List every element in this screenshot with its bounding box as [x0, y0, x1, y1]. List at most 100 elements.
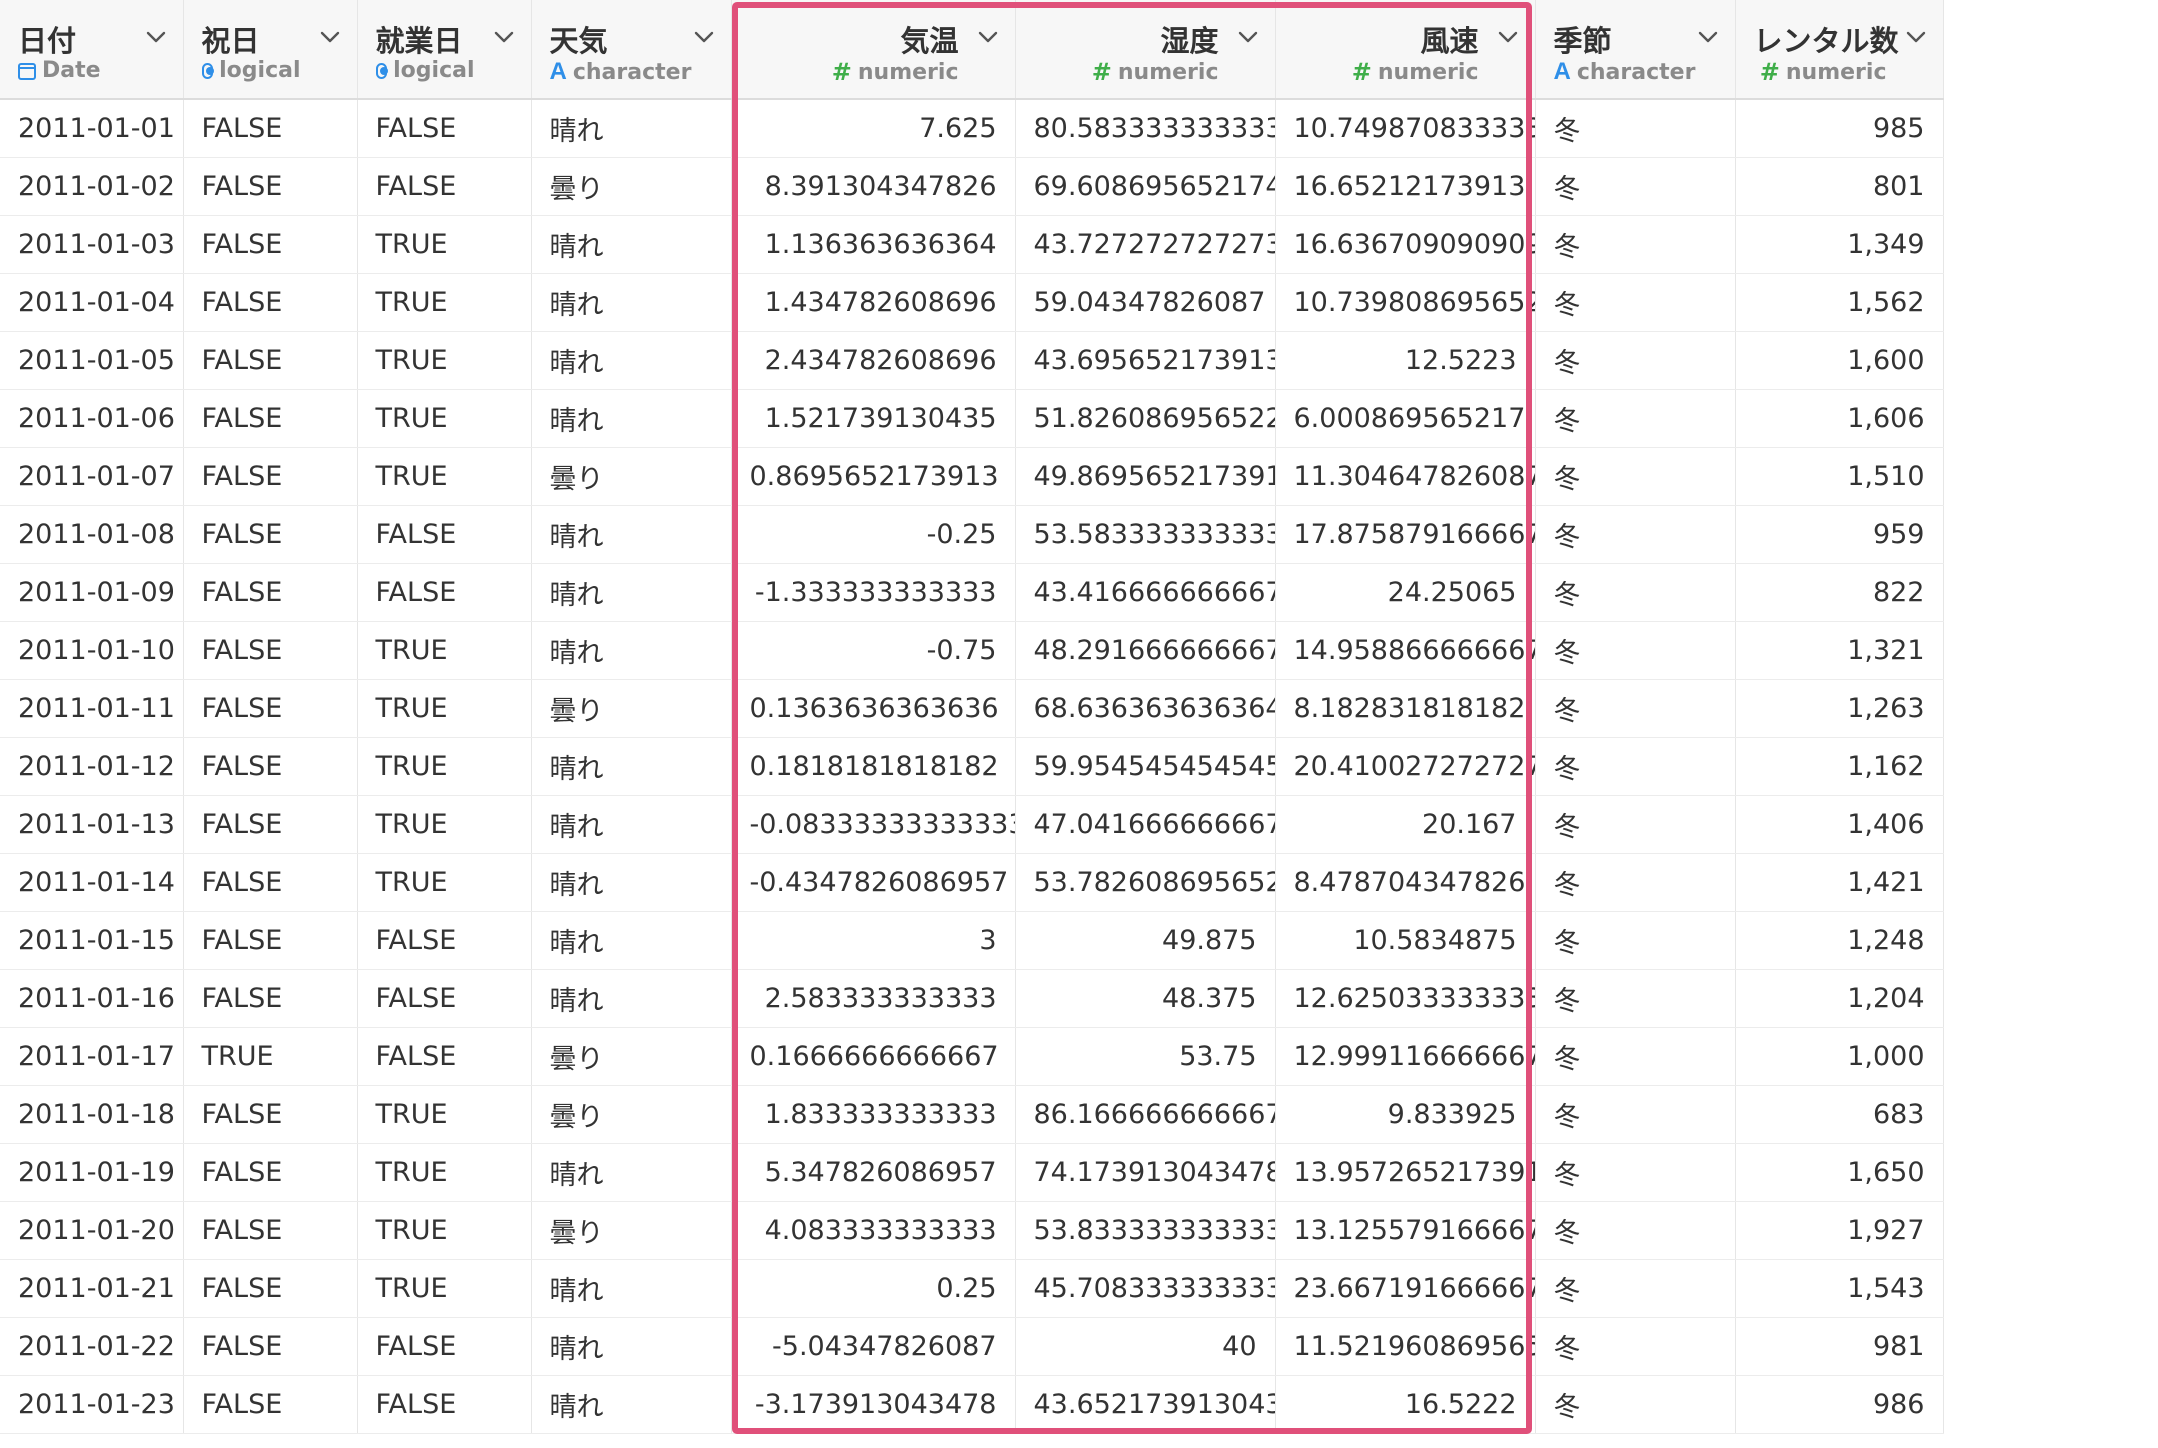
- table-cell[interactable]: 冬: [1535, 215, 1736, 274]
- table-cell[interactable]: TRUE: [357, 1201, 532, 1260]
- table-cell[interactable]: FALSE: [183, 215, 358, 274]
- table-cell[interactable]: 2011-01-11: [0, 679, 184, 738]
- table-cell[interactable]: 1,510: [1735, 447, 1944, 506]
- table-cell[interactable]: 曇り: [531, 679, 732, 738]
- table-cell[interactable]: 1,263: [1735, 679, 1944, 738]
- table-cell[interactable]: 冬: [1535, 621, 1736, 680]
- table-cell[interactable]: 59.954545454545: [1015, 737, 1276, 796]
- table-cell[interactable]: TRUE: [357, 273, 532, 332]
- table-cell[interactable]: 晴れ: [531, 563, 732, 622]
- table-cell[interactable]: 2011-01-16: [0, 969, 184, 1028]
- table-cell[interactable]: FALSE: [357, 1027, 532, 1086]
- table-cell[interactable]: TRUE: [357, 331, 532, 390]
- table-cell[interactable]: 2011-01-09: [0, 563, 184, 622]
- table-cell[interactable]: FALSE: [183, 1375, 358, 1434]
- table-cell[interactable]: 2011-01-08: [0, 505, 184, 564]
- table-cell[interactable]: 晴れ: [531, 969, 732, 1028]
- table-cell[interactable]: FALSE: [183, 911, 358, 970]
- column-header-2[interactable]: 就業日 logical: [357, 0, 532, 100]
- table-cell[interactable]: 2.583333333333: [731, 969, 1016, 1028]
- table-cell[interactable]: 822: [1735, 563, 1944, 622]
- table-cell[interactable]: 2.434782608696: [731, 331, 1016, 390]
- table-cell[interactable]: 43.652173913043: [1015, 1375, 1276, 1434]
- table-cell[interactable]: 冬: [1535, 795, 1736, 854]
- table-cell[interactable]: 10.5834875: [1275, 911, 1536, 970]
- table-cell[interactable]: FALSE: [357, 911, 532, 970]
- table-cell[interactable]: 53.75: [1015, 1027, 1276, 1086]
- table-cell[interactable]: 冬: [1535, 1027, 1736, 1086]
- table-cell[interactable]: 14.958866666667: [1275, 621, 1536, 680]
- table-cell[interactable]: 49.869565217391: [1015, 447, 1276, 506]
- table-cell[interactable]: 10.749870833333: [1275, 99, 1536, 158]
- table-cell[interactable]: 12.5223: [1275, 331, 1536, 390]
- table-cell[interactable]: 3: [731, 911, 1016, 970]
- table-cell[interactable]: TRUE: [357, 621, 532, 680]
- table-cell[interactable]: 2011-01-12: [0, 737, 184, 796]
- table-cell[interactable]: 8.182831818182: [1275, 679, 1536, 738]
- table-cell[interactable]: 1,349: [1735, 215, 1944, 274]
- table-cell[interactable]: 20.410027272727: [1275, 737, 1536, 796]
- table-cell[interactable]: 47.041666666667: [1015, 795, 1276, 854]
- table-cell[interactable]: 1,543: [1735, 1259, 1944, 1318]
- table-cell[interactable]: 8.391304347826: [731, 157, 1016, 216]
- table-cell[interactable]: 51.826086956522: [1015, 389, 1276, 448]
- chevron-down-icon[interactable]: [491, 24, 517, 50]
- table-cell[interactable]: 1,562: [1735, 273, 1944, 332]
- table-cell[interactable]: 1,162: [1735, 737, 1944, 796]
- table-cell[interactable]: 2011-01-17: [0, 1027, 184, 1086]
- column-header-4[interactable]: 気温 # numeric: [731, 0, 1016, 100]
- table-cell[interactable]: 0.1363636363636: [731, 679, 1016, 738]
- table-cell[interactable]: 5.347826086957: [731, 1143, 1016, 1202]
- table-cell[interactable]: 晴れ: [531, 1143, 732, 1202]
- table-cell[interactable]: 晴れ: [531, 273, 732, 332]
- table-cell[interactable]: 24.25065: [1275, 563, 1536, 622]
- table-cell[interactable]: FALSE: [183, 1085, 358, 1144]
- table-cell[interactable]: FALSE: [357, 563, 532, 622]
- table-cell[interactable]: -0.08333333333333: [731, 795, 1016, 854]
- table-cell[interactable]: 冬: [1535, 1375, 1736, 1434]
- table-cell[interactable]: 16.636709090909: [1275, 215, 1536, 274]
- table-cell[interactable]: 53.782608695652: [1015, 853, 1276, 912]
- table-cell[interactable]: 0.8695652173913: [731, 447, 1016, 506]
- table-cell[interactable]: 43.416666666667: [1015, 563, 1276, 622]
- table-cell[interactable]: 晴れ: [531, 853, 732, 912]
- table-cell[interactable]: 冬: [1535, 1317, 1736, 1376]
- table-cell[interactable]: 1.434782608696: [731, 273, 1016, 332]
- table-cell[interactable]: 2011-01-03: [0, 215, 184, 274]
- table-cell[interactable]: 2011-01-13: [0, 795, 184, 854]
- table-cell[interactable]: 2011-01-21: [0, 1259, 184, 1318]
- table-cell[interactable]: 冬: [1535, 853, 1736, 912]
- table-cell[interactable]: 晴れ: [531, 795, 732, 854]
- table-cell[interactable]: 晴れ: [531, 505, 732, 564]
- table-cell[interactable]: 986: [1735, 1375, 1944, 1434]
- table-cell[interactable]: 981: [1735, 1317, 1944, 1376]
- table-cell[interactable]: 曇り: [531, 1085, 732, 1144]
- table-cell[interactable]: FALSE: [183, 1259, 358, 1318]
- table-cell[interactable]: TRUE: [357, 389, 532, 448]
- table-cell[interactable]: FALSE: [183, 273, 358, 332]
- chevron-down-icon[interactable]: [317, 24, 343, 50]
- table-cell[interactable]: 冬: [1535, 99, 1736, 158]
- table-cell[interactable]: 2011-01-22: [0, 1317, 184, 1376]
- table-cell[interactable]: 2011-01-07: [0, 447, 184, 506]
- table-cell[interactable]: TRUE: [357, 1259, 532, 1318]
- table-cell[interactable]: 2011-01-10: [0, 621, 184, 680]
- table-cell[interactable]: FALSE: [183, 1201, 358, 1260]
- table-cell[interactable]: -5.04347826087: [731, 1317, 1016, 1376]
- table-cell[interactable]: -3.173913043478: [731, 1375, 1016, 1434]
- table-cell[interactable]: FALSE: [183, 99, 358, 158]
- table-cell[interactable]: 10.739808695652: [1275, 273, 1536, 332]
- table-cell[interactable]: FALSE: [357, 99, 532, 158]
- table-cell[interactable]: 16.65212173913: [1275, 157, 1536, 216]
- table-cell[interactable]: 86.166666666667: [1015, 1085, 1276, 1144]
- column-header-7[interactable]: 季節 Acharacter: [1535, 0, 1736, 100]
- table-cell[interactable]: FALSE: [357, 969, 532, 1028]
- table-cell[interactable]: 48.291666666667: [1015, 621, 1276, 680]
- table-cell[interactable]: 16.5222: [1275, 1375, 1536, 1434]
- table-cell[interactable]: 1,406: [1735, 795, 1944, 854]
- table-cell[interactable]: 冬: [1535, 389, 1736, 448]
- table-cell[interactable]: 冬: [1535, 447, 1736, 506]
- table-cell[interactable]: 2011-01-06: [0, 389, 184, 448]
- table-cell[interactable]: -0.75: [731, 621, 1016, 680]
- table-cell[interactable]: 53.833333333333: [1015, 1201, 1276, 1260]
